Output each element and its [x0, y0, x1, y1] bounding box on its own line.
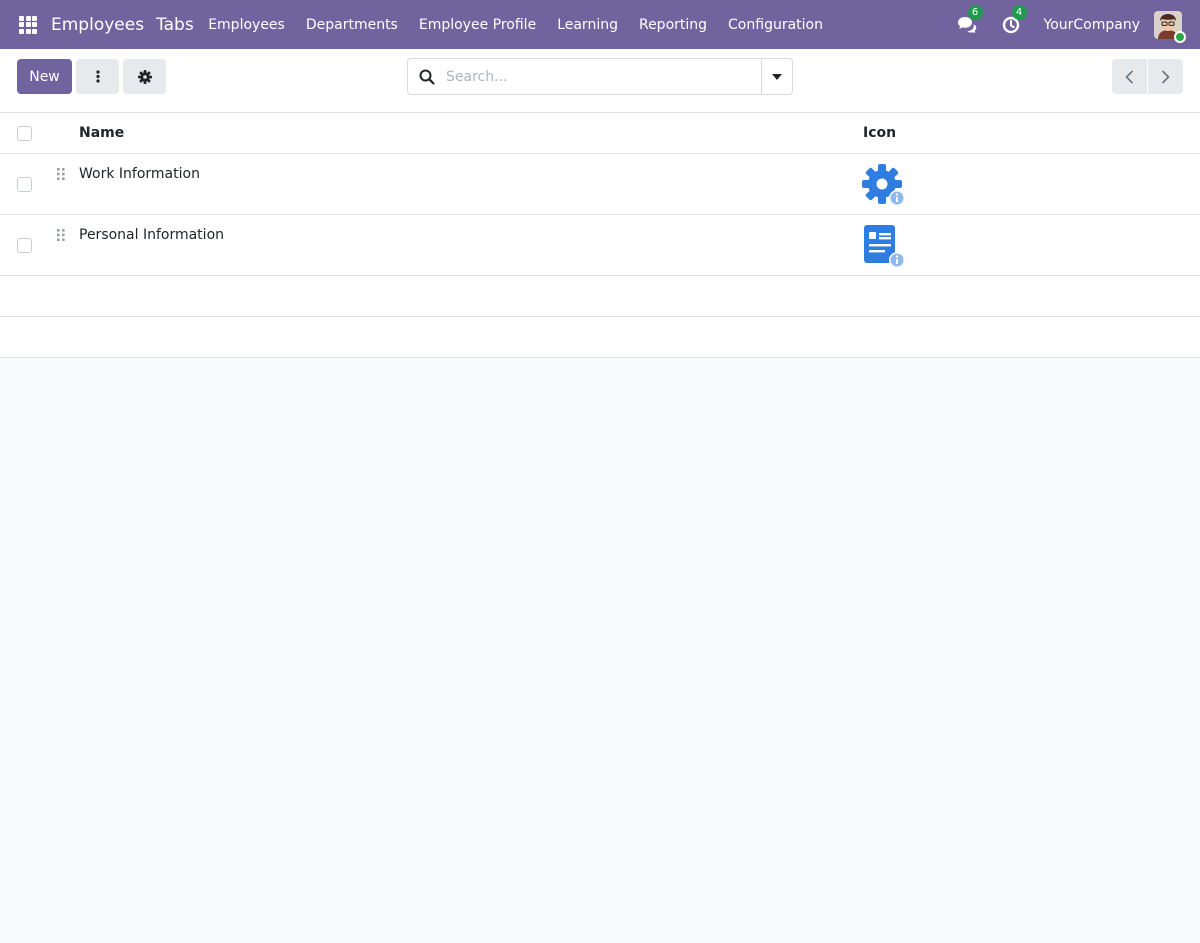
- column-header-name[interactable]: Name: [79, 125, 124, 141]
- caret-down-icon: [772, 73, 782, 80]
- drag-handle-icon[interactable]: [56, 228, 66, 242]
- row-name: Work Information: [79, 166, 200, 182]
- search-input[interactable]: [446, 60, 761, 93]
- vertical-ellipsis-icon: [95, 70, 100, 83]
- activities-count-badge: 4: [1011, 4, 1027, 20]
- company-switcher[interactable]: YourCompany: [1044, 17, 1141, 33]
- actions-menu-button[interactable]: [76, 59, 119, 94]
- user-avatar[interactable]: [1154, 10, 1186, 43]
- new-button[interactable]: New: [17, 59, 72, 94]
- empty-row: [0, 276, 1200, 317]
- select-all-checkbox[interactable]: [17, 126, 32, 141]
- row-name: Personal Information: [79, 227, 225, 243]
- column-header-icon[interactable]: Icon: [863, 125, 896, 141]
- search-bar: [407, 58, 793, 95]
- search-icon: [408, 59, 446, 94]
- table-row[interactable]: Personal Information: [0, 215, 1200, 276]
- pager-next-button[interactable]: [1148, 59, 1183, 94]
- menu-item-configuration[interactable]: Configuration: [718, 17, 834, 33]
- control-panel: New: [0, 49, 1200, 113]
- drag-handle-icon[interactable]: [56, 167, 66, 181]
- activities-button[interactable]: 4: [1000, 4, 1027, 36]
- menu-item-reporting[interactable]: Reporting: [628, 17, 717, 33]
- online-status-indicator: [1174, 30, 1186, 43]
- settings-button[interactable]: [123, 59, 166, 94]
- gear-info-icon: [862, 164, 905, 206]
- menu-item-departments[interactable]: Departments: [295, 17, 408, 33]
- messages-button[interactable]: 6: [956, 4, 983, 36]
- menu-item-employee-profile[interactable]: Employee Profile: [408, 17, 546, 33]
- document-info-icon: [864, 225, 905, 268]
- list-view: Name Icon Work Information Personal Info…: [0, 113, 1200, 358]
- menu-item-learning[interactable]: Learning: [547, 17, 629, 33]
- gear-icon: [137, 69, 152, 84]
- row-checkbox[interactable]: [17, 177, 32, 192]
- section-title[interactable]: Tabs: [156, 15, 194, 35]
- empty-row: [0, 317, 1200, 358]
- systray: 6 4 YourCompany: [956, 0, 1200, 49]
- chevron-left-icon: [1125, 69, 1134, 84]
- search-options-toggle[interactable]: [761, 59, 792, 94]
- menu-item-employees[interactable]: Employees: [198, 17, 296, 33]
- app-name[interactable]: Employees: [51, 15, 144, 35]
- messages-count-badge: 6: [967, 4, 983, 20]
- main-menu: Employees Departments Employee Profile L…: [198, 17, 834, 33]
- apps-grid-icon[interactable]: [19, 15, 37, 34]
- table-row[interactable]: Work Information: [0, 154, 1200, 215]
- list-header: Name Icon: [0, 113, 1200, 154]
- chevron-right-icon: [1161, 69, 1170, 84]
- top-navbar: Employees Tabs Employees Departments Emp…: [0, 0, 1200, 49]
- pager: [1112, 59, 1183, 94]
- pager-previous-button[interactable]: [1112, 59, 1147, 94]
- row-checkbox[interactable]: [17, 238, 32, 253]
